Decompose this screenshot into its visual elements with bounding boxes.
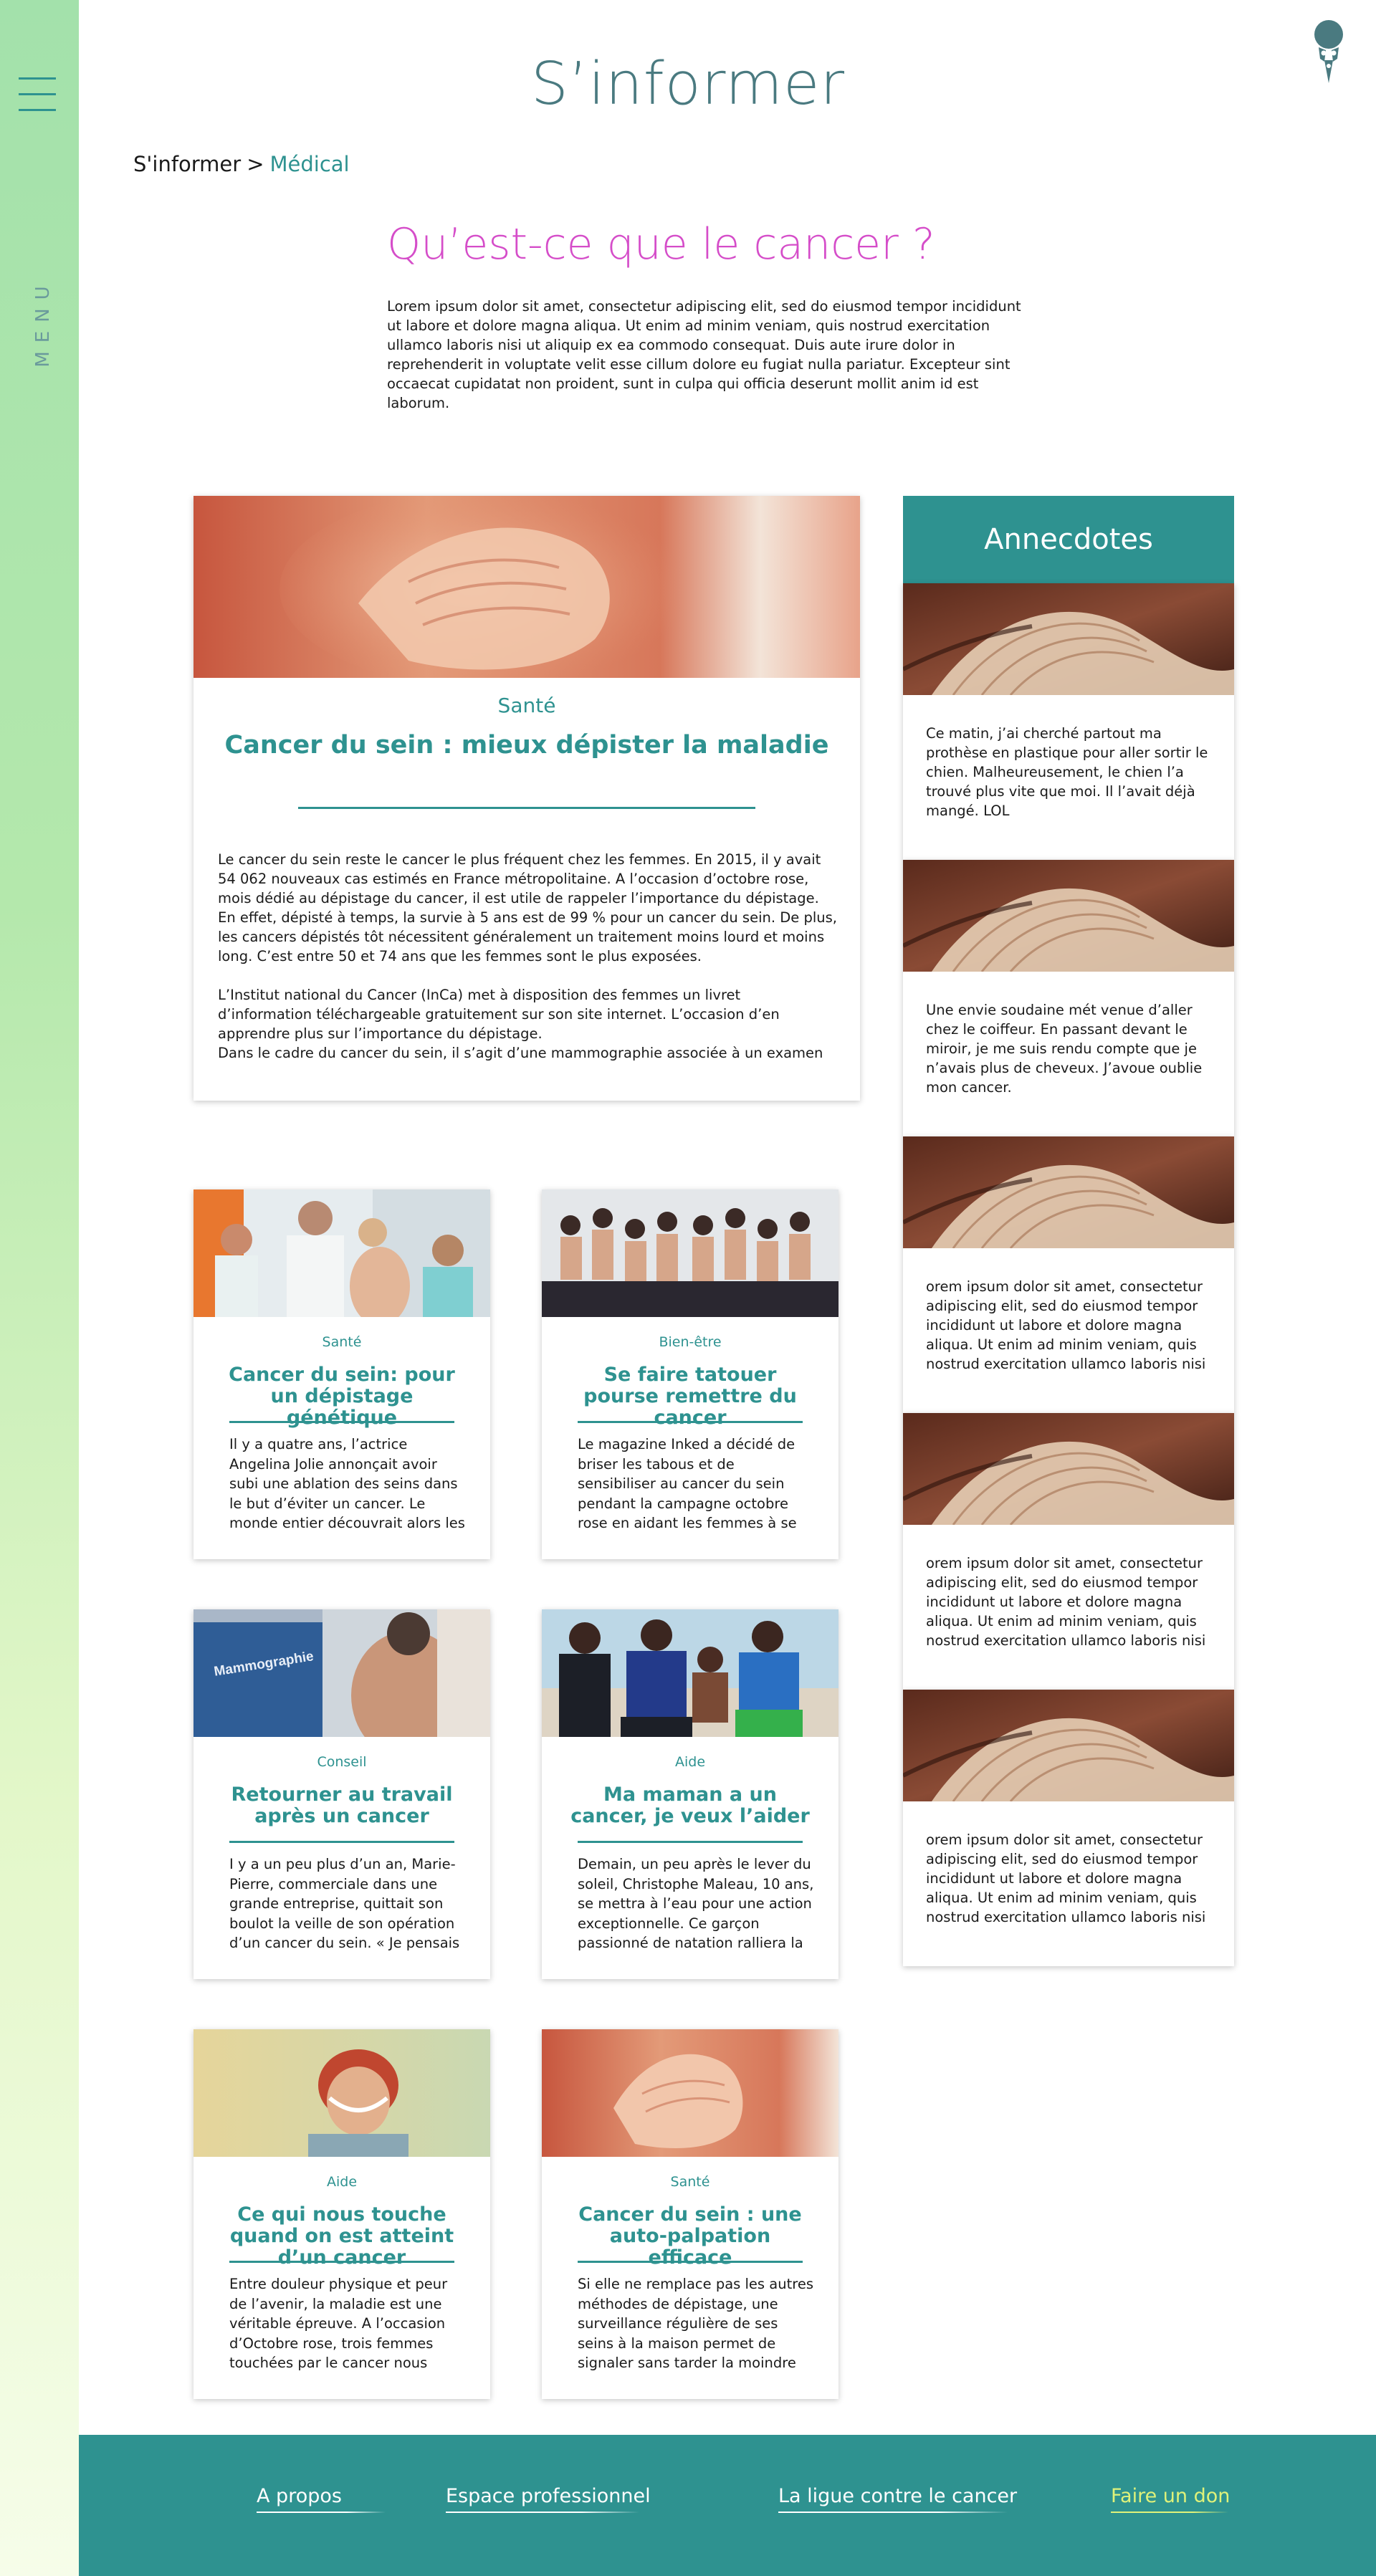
article-excerpt: Il y a quatre ans, l’actrice Angelina Jo… [229,1436,465,1536]
featured-paragraph: Dans le cadre du cancer du sein, il s’ag… [218,1045,823,1061]
anecdote-text: orem ipsum dolor sit amet, consectetur a… [926,1555,1206,1649]
article-image: Mammographie [194,1609,490,1737]
article-title[interactable]: Retourner au travail après un cancer [222,1784,462,1827]
footer-link-professional[interactable]: Espace professionnel [446,2485,651,2513]
featured-paragraph: L’Institut national du Cancer (InCa) met… [218,987,780,1042]
footer: A propos Espace professionnel La ligue c… [79,2435,1376,2576]
section-intro-text: Lorem ipsum dolor sit amet, consectetur … [387,298,1021,411]
anecdote-card[interactable]: orem ipsum dolor sit amet, consectetur a… [903,1413,1234,1690]
footer-link-league[interactable]: La ligue contre le cancer [778,2485,1017,2513]
article-title[interactable]: Ma maman a un cancer, je veux l’aider [570,1784,810,1827]
section-title: Qu’est-ce que le cancer ? [387,219,935,269]
title-divider [298,807,755,809]
page-title: S’informer [0,50,1376,118]
title-divider [578,1421,803,1423]
featured-article-image [194,496,860,678]
featured-article-card[interactable]: Santé Cancer du sein : mieux dépister la… [194,496,860,1101]
footer-link-donate[interactable]: Faire un don [1111,2485,1230,2513]
sidebar: MENU [0,0,79,2576]
featured-article-category: Santé [497,694,556,717]
article-card[interactable]: Aide Ce qui nous touche quand on est att… [194,2029,490,2399]
article-category: Aide [674,1754,706,1770]
page-title-text: S’informer [530,50,846,118]
article-category: Santé [322,1334,362,1350]
article-title[interactable]: Se faire tatouer pourse remettre du canc… [570,1364,810,1429]
anecdote-text: orem ipsum dolor sit amet, consectetur a… [926,1278,1206,1372]
title-divider [229,2261,454,2263]
title-divider [578,2261,803,2263]
featured-article-body: Le cancer du sein reste le cancer le plu… [218,850,838,1063]
article-image [194,2029,490,2157]
breadcrumb-separator: > [247,152,264,176]
book-image [903,1136,1234,1248]
article-category: Bien-être [659,1334,722,1350]
article-title[interactable]: Ce qui nous touche quand on est atteint … [222,2204,462,2269]
anecdote-text: orem ipsum dolor sit amet, consectetur a… [926,1832,1206,1925]
article-card[interactable]: Mammographie Conseil Retourner au travai… [194,1609,490,1979]
ribbon-logo-icon[interactable] [1309,19,1349,83]
article-card[interactable]: Bien-être Se faire tatouer pourse remett… [542,1189,838,1559]
article-excerpt: Si elle ne remplace pas les autres métho… [578,2276,813,2376]
article-image [542,1189,838,1317]
anecdote-card[interactable]: orem ipsum dolor sit amet, consectetur a… [903,1136,1234,1413]
article-card[interactable]: Santé Cancer du sein : une auto-palpatio… [542,2029,838,2399]
anecdote-card[interactable]: Ce matin, j’ai cherché partout ma prothè… [903,583,1234,860]
anecdotes-header: Annecdotes [903,496,1234,583]
breadcrumb: S'informer > Médical [133,152,350,176]
article-image [542,2029,838,2157]
article-excerpt: I y a un peu plus d’un an, Marie-Pierre,… [229,1856,460,1951]
article-title[interactable]: Cancer du sein: pour un dépistage généti… [222,1364,462,1429]
article-title[interactable]: Cancer du sein : une auto-palpation effi… [570,2204,810,2269]
featured-paragraph: Le cancer du sein reste le cancer le plu… [218,851,821,906]
article-image [542,1609,838,1737]
book-image [903,1690,1234,1801]
menu-label[interactable]: MENU [32,277,54,367]
book-image [903,583,1234,695]
article-category: Santé [670,2174,710,2190]
breadcrumb-root[interactable]: S'informer [133,152,241,176]
breadcrumb-current[interactable]: Médical [270,152,350,176]
article-card[interactable]: Santé Cancer du sein: pour un dépistage … [194,1189,490,1559]
footer-link-about[interactable]: A propos [257,2485,386,2513]
article-excerpt: Le magazine Inked a décidé de briser les… [578,1436,797,1536]
article-excerpt: Entre douleur physique et peur de l’aven… [229,2276,448,2371]
title-divider [229,1421,454,1423]
book-image [903,860,1234,972]
anecdote-card[interactable]: orem ipsum dolor sit amet, consectetur a… [903,1690,1234,1966]
anecdote-text: Ce matin, j’ai cherché partout ma prothè… [926,725,1208,819]
title-divider [578,1841,803,1843]
book-image [903,1413,1234,1525]
anecdote-card[interactable]: Une envie soudaine mét venue d’aller che… [903,860,1234,1136]
featured-paragraph: En effet, dépisté à temps, la survie à 5… [218,909,837,964]
article-category: Conseil [317,1754,367,1770]
anecdote-text: Une envie soudaine mét venue d’aller che… [926,1002,1203,1096]
page: MENU S’informer S'informer > Médical Qu’es… [0,0,1376,2576]
title-divider [229,1841,454,1843]
article-image [194,1189,490,1317]
featured-article-title[interactable]: Cancer du sein : mieux dépister la malad… [194,731,860,760]
article-category: Aide [326,2174,358,2190]
article-card[interactable]: Aide Ma maman a un cancer, je veux l’aid… [542,1609,838,1979]
article-excerpt: Demain, un peu après le lever du soleil,… [578,1856,814,1951]
